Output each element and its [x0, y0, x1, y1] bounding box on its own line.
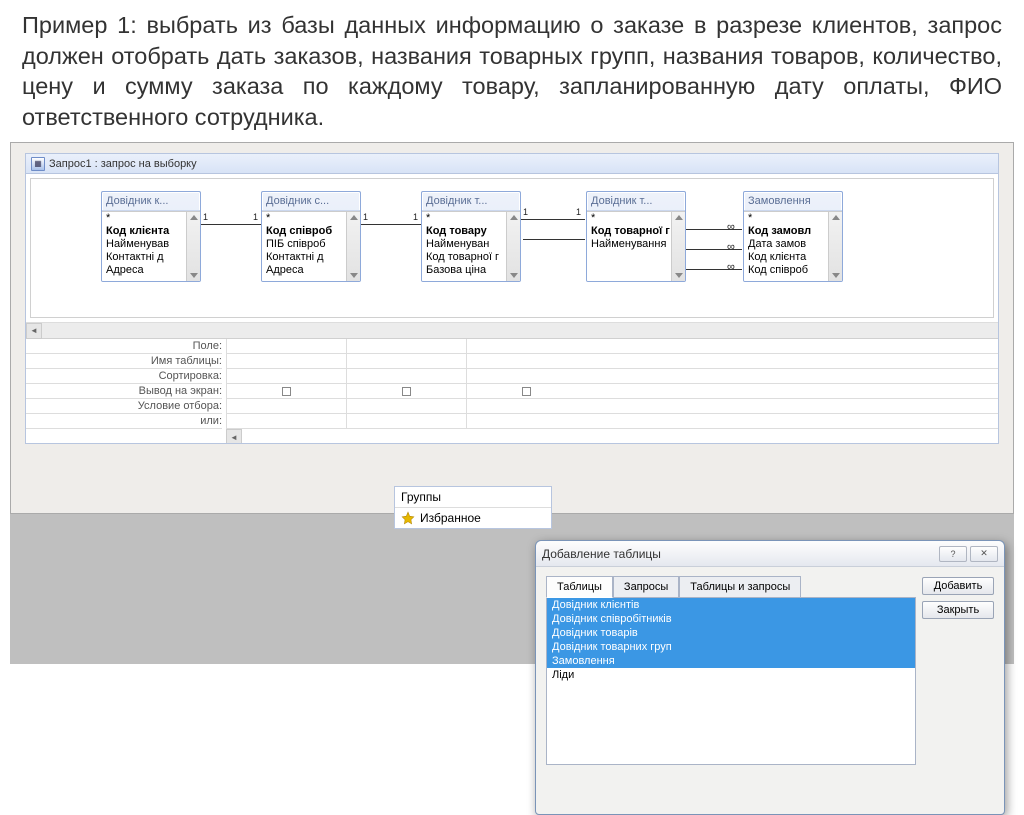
- add-table-dialog[interactable]: Добавление таблицы ? ✕ Таблицы Запросы Т…: [535, 540, 1005, 815]
- field-scrollbar[interactable]: [506, 212, 520, 281]
- query-design-window: ▦ Запрос1 : запрос на выборку 1 1 1 1 1 …: [25, 153, 999, 444]
- cardinality-infinity: ∞: [727, 221, 735, 233]
- nav-groups[interactable]: Группы: [395, 487, 551, 508]
- tab-tables[interactable]: Таблицы: [546, 576, 613, 598]
- table-fields[interactable]: *Код співробПІБ співробКонтактні дАдреса: [262, 211, 360, 281]
- table-title: Довідник с...: [262, 192, 360, 211]
- tables-listbox[interactable]: Довідник клієнтівДовідник співробітників…: [546, 597, 916, 765]
- qbe-label: Поле:: [26, 339, 222, 354]
- tab-both[interactable]: Таблицы и запросы: [679, 576, 801, 598]
- qbe-label: Вывод на экран:: [26, 384, 222, 399]
- list-item[interactable]: Довідник товарів: [547, 626, 915, 640]
- list-item[interactable]: Ліди: [547, 668, 915, 682]
- table-fields[interactable]: *Код товарної гНайменування: [587, 211, 685, 281]
- qbe-cells[interactable]: ◄: [226, 339, 998, 443]
- dialog-titlebar[interactable]: Добавление таблицы ? ✕: [536, 541, 1004, 567]
- nav-favorites-label: Избранное: [420, 511, 481, 525]
- list-item[interactable]: Довідник товарних груп: [547, 640, 915, 654]
- list-item[interactable]: Довідник клієнтів: [547, 598, 915, 612]
- query-icon: ▦: [31, 157, 45, 171]
- cardinality-one: 1: [576, 207, 581, 217]
- tables-pane[interactable]: 1 1 1 1 1 1 ∞ ∞ ∞ Довідник к...*Код кліє…: [30, 178, 994, 318]
- tables-hscrollbar[interactable]: ◄: [26, 322, 998, 338]
- cardinality-one: 1: [363, 212, 368, 222]
- table-entity[interactable]: Довідник т...*Код товарної гНайменування: [586, 191, 686, 282]
- show-checkbox-row[interactable]: [226, 384, 998, 399]
- table-entity[interactable]: Довідник с...*Код співробПІБ співробКонт…: [261, 191, 361, 282]
- cardinality-one: 1: [253, 212, 258, 222]
- show-checkbox[interactable]: [402, 387, 411, 396]
- table-entity[interactable]: Довідник к...*Код клієнтаНайменувавКонта…: [101, 191, 201, 282]
- close-button[interactable]: ✕: [970, 546, 998, 562]
- cardinality-infinity: ∞: [727, 261, 735, 273]
- table-title: Довідник к...: [102, 192, 200, 211]
- table-title: Довідник т...: [587, 192, 685, 211]
- field-scrollbar[interactable]: [186, 212, 200, 281]
- list-item[interactable]: Довідник співробітників: [547, 612, 915, 626]
- show-checkbox[interactable]: [522, 387, 531, 396]
- cardinality-one: 1: [203, 212, 208, 222]
- cardinality-infinity: ∞: [727, 241, 735, 253]
- qbe-row-labels: Поле:Имя таблицы:Сортировка:Вывод на экр…: [26, 339, 226, 443]
- table-title: Замовлення: [744, 192, 842, 211]
- field-scrollbar[interactable]: [346, 212, 360, 281]
- help-button[interactable]: ?: [939, 546, 967, 562]
- field-scrollbar[interactable]: [828, 212, 842, 281]
- background-panel: Группы Избранное Добавление таблицы ? ✕ …: [10, 514, 1014, 664]
- nav-favorites[interactable]: Избранное: [395, 508, 551, 528]
- relationship-line: [523, 239, 585, 240]
- cardinality-one: 1: [523, 207, 528, 217]
- qbe-label: Имя таблицы:: [26, 354, 222, 369]
- example-description: Пример 1: выбрать из базы данных информа…: [0, 0, 1024, 138]
- table-fields[interactable]: *Код товаруНайменуванКод товарної гБазов…: [422, 211, 520, 281]
- scroll-left-icon[interactable]: ◄: [26, 323, 42, 339]
- dialog-title: Добавление таблицы: [542, 547, 661, 561]
- query-window-titlebar[interactable]: ▦ Запрос1 : запрос на выборку: [26, 154, 998, 174]
- table-title: Довідник т...: [422, 192, 520, 211]
- table-entity[interactable]: Довідник т...*Код товаруНайменуванКод то…: [421, 191, 521, 282]
- relationship-line: [361, 224, 421, 225]
- show-checkbox[interactable]: [282, 387, 291, 396]
- table-fields[interactable]: *Код замовлДата замовКод клієнтаКод спів…: [744, 211, 842, 281]
- qbe-label: или:: [26, 414, 222, 429]
- close-dialog-button[interactable]: Закрыть: [922, 601, 994, 619]
- tab-queries[interactable]: Запросы: [613, 576, 679, 598]
- list-item[interactable]: Замовлення: [547, 654, 915, 668]
- field-scrollbar[interactable]: [671, 212, 685, 281]
- cardinality-one: 1: [413, 212, 418, 222]
- query-window-title: Запрос1 : запрос на выборку: [49, 158, 197, 170]
- qbe-label: Сортировка:: [26, 369, 222, 384]
- star-icon: [401, 511, 415, 525]
- navigation-panel: Группы Избранное: [394, 486, 552, 529]
- table-entity[interactable]: Замовлення*Код замовлДата замовКод клієн…: [743, 191, 843, 282]
- qbe-hscrollbar[interactable]: ◄: [226, 429, 998, 443]
- relationship-line: [521, 219, 585, 220]
- relationship-line: [201, 224, 261, 225]
- add-button[interactable]: Добавить: [922, 577, 994, 595]
- qbe-grid: Поле:Имя таблицы:Сортировка:Вывод на экр…: [26, 338, 998, 443]
- nav-groups-label: Группы: [401, 490, 441, 504]
- table-fields[interactable]: *Код клієнтаНайменувавКонтактні дАдреса: [102, 211, 200, 281]
- app-frame: ▦ Запрос1 : запрос на выборку 1 1 1 1 1 …: [10, 142, 1014, 514]
- qbe-label: Условие отбора:: [26, 399, 222, 414]
- scroll-left-icon[interactable]: ◄: [226, 429, 242, 443]
